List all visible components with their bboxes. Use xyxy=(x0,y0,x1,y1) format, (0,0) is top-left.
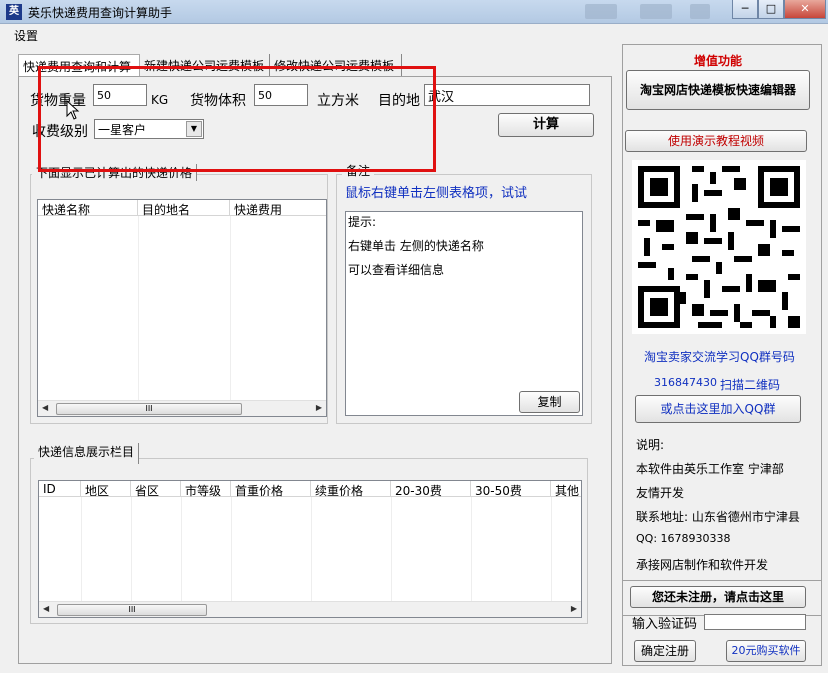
blurred-item xyxy=(690,4,710,19)
scroll-left-icon[interactable]: ◀ xyxy=(42,403,48,412)
scroll-thumb[interactable]: III xyxy=(57,604,207,616)
note-line: 右键单击 左侧的快递名称 xyxy=(348,239,484,253)
info-table[interactable]: ID 地区 省区 市等级 首重价格 续重价格 20-30费 30-50费 其他 … xyxy=(38,480,582,618)
description-line: QQ: 1678930338 xyxy=(636,532,731,545)
column-header[interactable]: 地区 xyxy=(81,481,131,498)
info-table-header: ID 地区 省区 市等级 首重价格 续重价格 20-30费 30-50费 其他 xyxy=(39,481,581,498)
level-label: 收费级别 xyxy=(32,124,88,140)
register-button[interactable]: 您还未注册，请点击这里 xyxy=(630,586,806,608)
verification-code-input[interactable] xyxy=(704,614,806,630)
qr-code-icon xyxy=(632,160,806,334)
volume-unit: 立方米 xyxy=(317,93,359,109)
grid-line xyxy=(181,497,182,601)
tutorial-video-button[interactable]: 使用演示教程视频 xyxy=(625,130,807,152)
volume-label: 货物体积 xyxy=(190,93,246,109)
app-icon: 英 xyxy=(6,4,22,20)
minimize-button[interactable]: ─ xyxy=(732,0,758,19)
note-line: 可以查看详细信息 xyxy=(348,263,445,277)
scroll-thumb[interactable]: III xyxy=(56,403,242,415)
column-header[interactable]: 其他 xyxy=(551,481,581,498)
column-header[interactable]: 30-50费 xyxy=(471,481,551,498)
level-select[interactable]: 一星客户 ▼ xyxy=(94,119,204,139)
tab-query-calc[interactable]: 快递费用查询和计算 xyxy=(18,54,140,76)
results-table[interactable]: 快递名称 目的地名 快递费用 ◀ III ▶ xyxy=(37,199,327,417)
grid-line xyxy=(231,497,232,601)
copy-button[interactable]: 复制 xyxy=(519,391,580,413)
blurred-item xyxy=(585,4,617,19)
column-header[interactable]: 快递名称 xyxy=(38,200,138,217)
scroll-right-icon[interactable]: ▶ xyxy=(571,604,577,613)
qr-code xyxy=(632,160,806,334)
destination-label: 目的地 xyxy=(378,93,420,109)
results-hscrollbar[interactable]: ◀ III ▶ xyxy=(38,400,326,416)
chevron-down-icon[interactable]: ▼ xyxy=(186,121,202,137)
grid-line xyxy=(311,497,312,601)
scan-qr-text: 扫描二维码 xyxy=(720,378,781,392)
buy-software-button[interactable]: 20元购买软件 xyxy=(726,640,806,662)
template-editor-button[interactable]: 淘宝网店快递模板快速编辑器 xyxy=(626,70,810,110)
title-bar: 英 英乐快递费用查询计算助手 ─ □ ✕ xyxy=(0,0,828,24)
note-line: 提示: xyxy=(348,215,377,229)
scroll-left-icon[interactable]: ◀ xyxy=(43,604,49,613)
tab-new-template[interactable]: 新建快递公司运费模板 xyxy=(140,54,270,76)
code-label: 输入验证码 xyxy=(632,617,698,632)
level-select-value: 一星客户 xyxy=(98,123,147,137)
qq-group-title: 淘宝卖家交流学习QQ群号码 xyxy=(644,350,795,364)
maximize-button[interactable]: □ xyxy=(758,0,784,19)
notes-textarea[interactable]: 提示: 右键单击 左侧的快递名称 可以查看详细信息 xyxy=(345,211,583,416)
description-line: 承接网店制作和软件开发 xyxy=(636,558,769,572)
destination-input[interactable] xyxy=(424,84,590,106)
results-group-title: 下面显示已计算出的快递价格 xyxy=(32,164,198,181)
menu-settings[interactable]: 设置 xyxy=(14,27,38,44)
join-qq-button[interactable]: 或点击这里加入QQ群 xyxy=(635,395,801,423)
description-line: 友情开发 xyxy=(636,486,685,500)
column-header[interactable]: 市等级 xyxy=(181,481,231,498)
weight-input[interactable] xyxy=(93,84,147,106)
menu-bar: 设置 xyxy=(0,24,828,44)
close-button[interactable]: ✕ xyxy=(784,0,826,19)
info-group-title: 快递信息展示栏目 xyxy=(34,443,140,464)
column-header[interactable]: 目的地名 xyxy=(138,200,230,217)
results-table-header: 快递名称 目的地名 快递费用 xyxy=(38,200,326,217)
addon-title: 增值功能 xyxy=(694,54,743,68)
column-header[interactable]: 续重价格 xyxy=(311,481,391,498)
tab-edit-template[interactable]: 修改快递公司运费模板 xyxy=(270,54,402,76)
volume-input[interactable] xyxy=(254,84,308,106)
grid-line xyxy=(551,497,552,601)
blurred-item xyxy=(640,4,672,19)
mouse-cursor-icon xyxy=(66,100,80,120)
grid-line xyxy=(391,497,392,601)
info-hscrollbar[interactable]: ◀ III ▶ xyxy=(39,601,581,617)
column-header[interactable]: ID xyxy=(39,481,81,497)
weight-unit: KG xyxy=(151,93,169,107)
description-title: 说明: xyxy=(636,438,665,452)
grid-line xyxy=(471,497,472,601)
description-line: 本软件由英乐工作室 宁津部 xyxy=(636,462,784,476)
column-header[interactable]: 快递费用 xyxy=(230,200,326,217)
grid-line xyxy=(131,497,132,601)
scroll-right-icon[interactable]: ▶ xyxy=(316,403,322,412)
notes-hint: 鼠标右键单击左侧表格项，试试 xyxy=(345,186,528,201)
description-line: 联系地址: 山东省德州市宁津县 xyxy=(636,510,800,524)
column-header[interactable]: 20-30费 xyxy=(391,481,471,498)
window-title: 英乐快递费用查询计算助手 xyxy=(28,6,173,20)
qq-group-number: 316847430 xyxy=(654,376,717,389)
notes-group-title: 备注 xyxy=(342,162,375,179)
column-header[interactable]: 首重价格 xyxy=(231,481,311,498)
column-header[interactable]: 省区 xyxy=(131,481,181,498)
grid-line xyxy=(81,497,82,601)
grid-line xyxy=(138,216,139,402)
calculate-button[interactable]: 计算 xyxy=(498,113,594,137)
confirm-register-button[interactable]: 确定注册 xyxy=(634,640,696,662)
grid-line xyxy=(230,216,231,402)
